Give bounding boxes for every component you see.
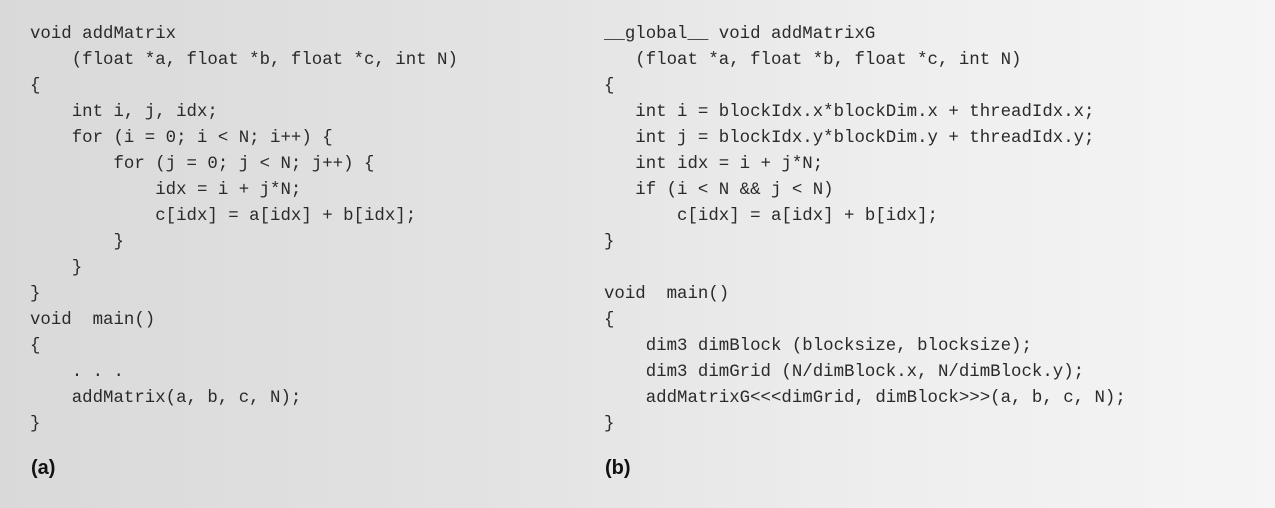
code-line: { [604, 311, 615, 330]
code-line: } [604, 415, 615, 434]
code-block-a: void addMatrix (float *a, float *b, floa… [30, 22, 458, 438]
code-line: { [30, 77, 41, 96]
code-line: addMatrixG<<<dimGrid, dimBlock>>>(a, b, … [604, 389, 1126, 408]
code-line: } [30, 415, 41, 434]
code-line: dim3 dimBlock (blocksize, blocksize); [604, 337, 1032, 356]
code-line: addMatrix(a, b, c, N); [30, 389, 302, 408]
code-line: void main() [30, 311, 156, 330]
code-line: c[idx] = a[idx] + b[idx]; [30, 207, 417, 226]
code-line: dim3 dimGrid (N/dimBlock.x, N/dimBlock.y… [604, 363, 1085, 382]
code-line: void addMatrix [30, 25, 177, 44]
code-line: int i = blockIdx.x*blockDim.x + threadId… [604, 103, 1095, 122]
code-line: if (i < N && j < N) [604, 181, 834, 200]
code-line: . . . [30, 363, 124, 382]
code-line: (float *a, float *b, float *c, int N) [604, 51, 1022, 70]
caption-a: (a) [31, 457, 56, 479]
code-line: __global__ void addMatrixG [604, 25, 876, 44]
code-listing-b: __global__ void addMatrixG (float *a, fl… [604, 22, 1126, 438]
code-line: int idx = i + j*N; [604, 155, 824, 174]
code-block-b: __global__ void addMatrixG (float *a, fl… [604, 22, 1126, 438]
code-line: int i, j, idx; [30, 103, 218, 122]
code-line: (float *a, float *b, float *c, int N) [30, 51, 458, 70]
code-line: } [30, 285, 41, 304]
code-line: int j = blockIdx.y*blockDim.y + threadId… [604, 129, 1095, 148]
code-listing-a: void addMatrix (float *a, float *b, floa… [30, 22, 458, 438]
caption-b: (b) [605, 457, 631, 479]
code-line: { [604, 77, 615, 96]
code-line: } [30, 259, 83, 278]
code-line: idx = i + j*N; [30, 181, 302, 200]
code-line: for (i = 0; i < N; i++) { [30, 129, 333, 148]
code-line: c[idx] = a[idx] + b[idx]; [604, 207, 938, 226]
code-line: void main() [604, 285, 730, 304]
code-line: { [30, 337, 41, 356]
code-line: } [30, 233, 124, 252]
code-line: for (j = 0; j < N; j++) { [30, 155, 375, 174]
code-line: } [604, 233, 615, 252]
